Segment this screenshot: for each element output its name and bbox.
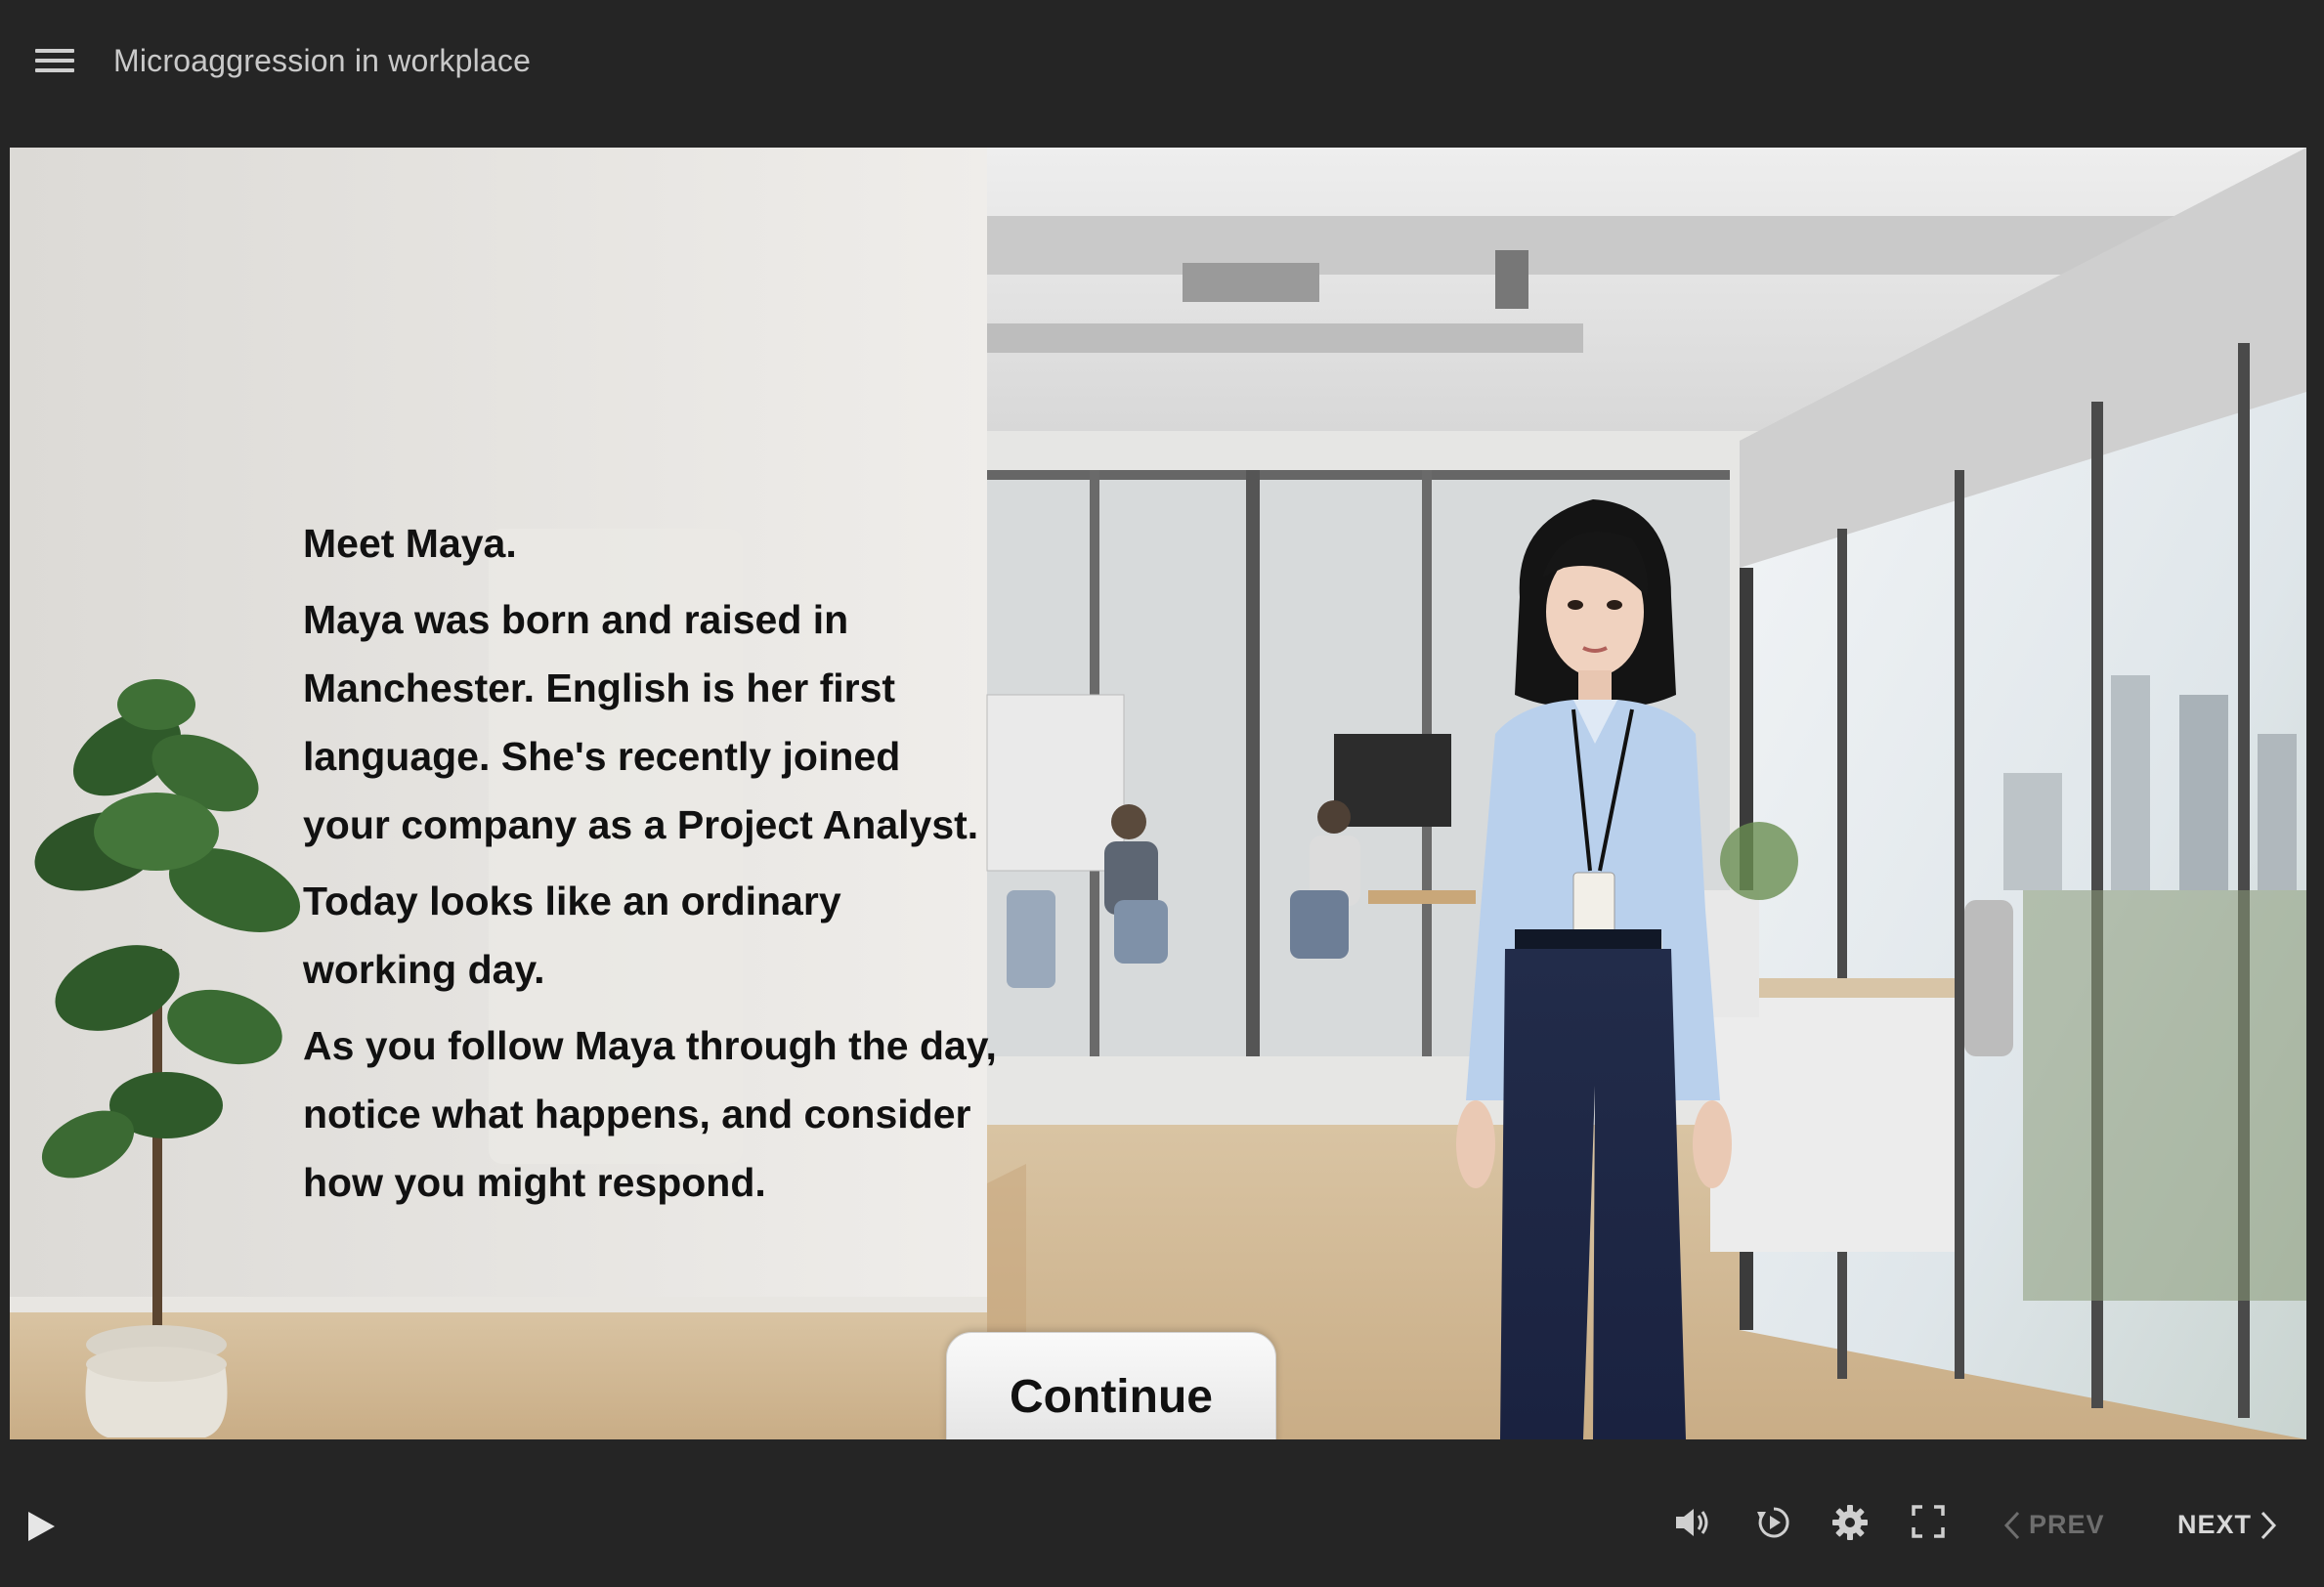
narration-text-block: Meet Maya. Maya was born and raised in M… [303,509,997,1224]
fullscreen-icon[interactable] [1911,1504,1946,1539]
chevron-left-icon [2003,1511,2020,1539]
next-label: NEXT [2177,1510,2253,1539]
prev-label: PREV [2029,1510,2105,1539]
volume-icon[interactable] [1673,1504,1712,1541]
course-title: Microaggression in workplace [113,43,532,78]
prev-button[interactable]: PREV [2003,1510,2105,1540]
player-controls-bar: PREV NEXT [0,1439,2324,1587]
next-button[interactable]: NEXT [2177,1510,2277,1540]
narration-paragraph: Today looks like an ordinary working day… [303,879,841,992]
narration-paragraph: Maya was born and raised in Manchester. … [303,597,979,847]
gear-icon[interactable] [1831,1504,1869,1541]
top-bar: Microaggression in workplace [0,0,2324,147]
hamburger-menu-icon[interactable] [35,49,74,78]
replay-icon[interactable] [1755,1504,1792,1541]
narration-paragraph: As you follow Maya through the day, noti… [303,1023,997,1205]
slide-stage: Meet Maya. Maya was born and raised in M… [10,148,2306,1439]
play-icon[interactable] [25,1510,57,1543]
continue-button[interactable]: Continue [946,1332,1276,1439]
narration-heading: Meet Maya. [303,521,517,566]
chevron-right-icon [2260,1511,2277,1539]
